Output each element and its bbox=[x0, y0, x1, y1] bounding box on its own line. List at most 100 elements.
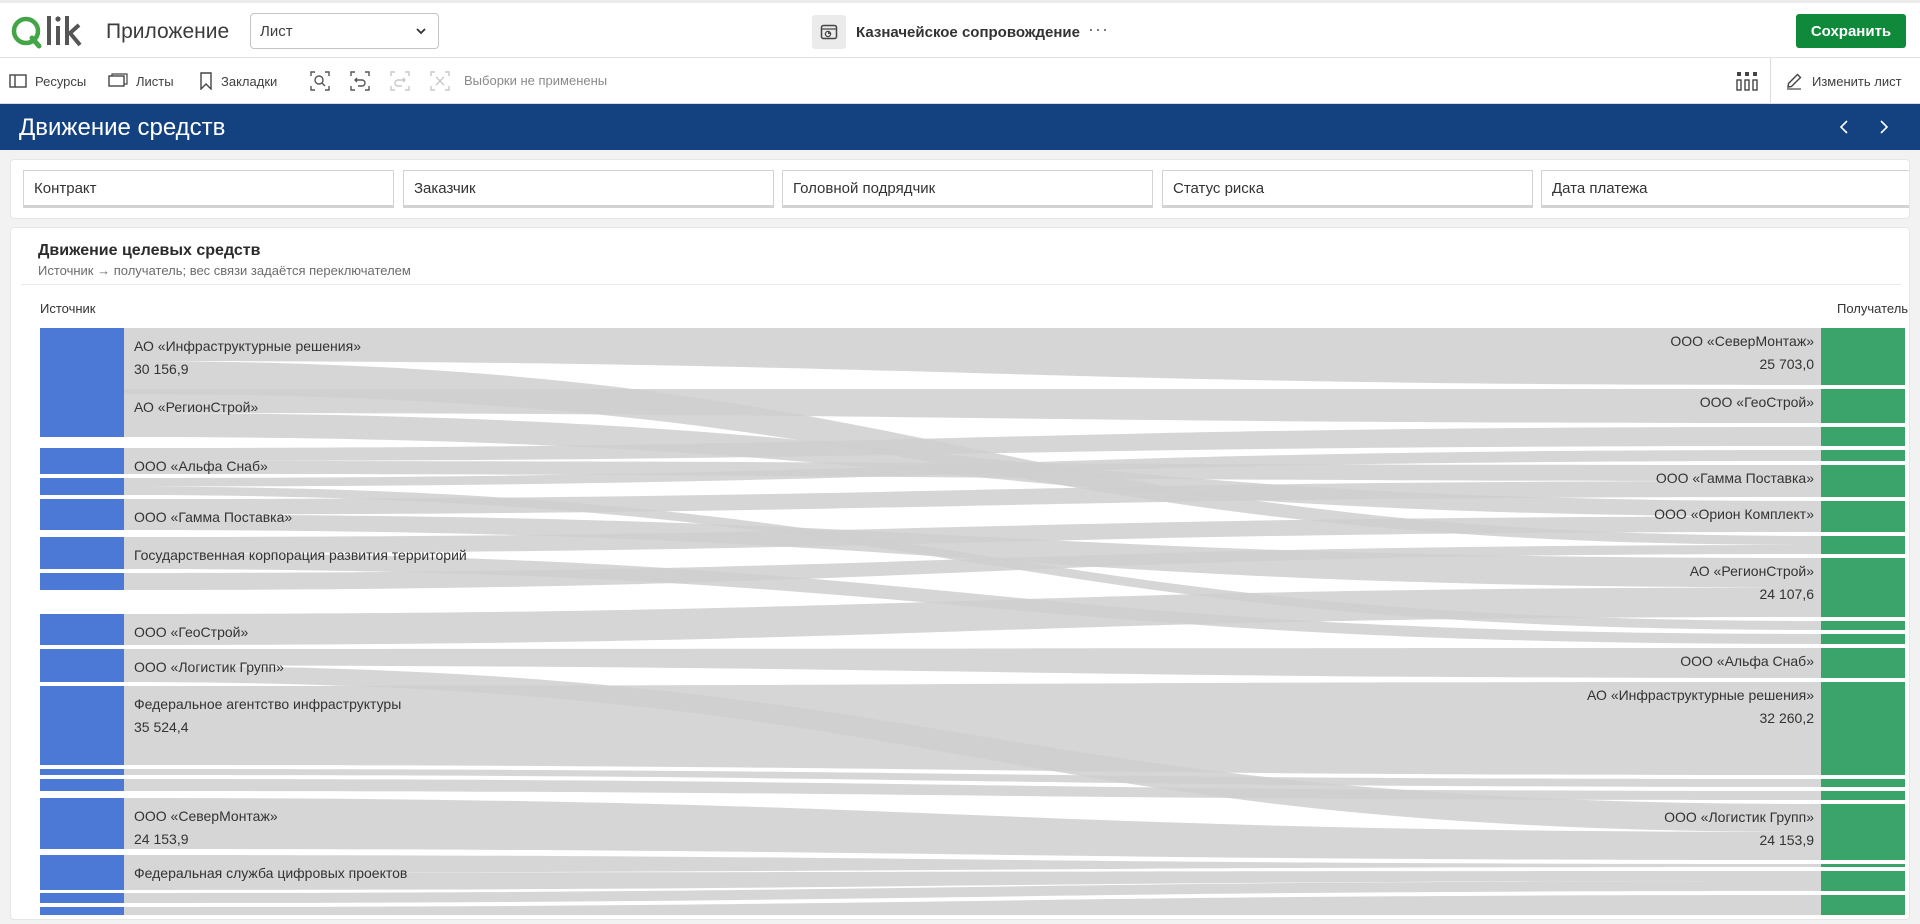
target-node[interactable] bbox=[1821, 682, 1905, 775]
target-node-label: ООО «Альфа Снаб» bbox=[1680, 653, 1814, 669]
target-node-label: ООО «Гамма Поставка» bbox=[1656, 470, 1814, 486]
sankey-plot: Источник Получатель АО «Инфраструктурные… bbox=[40, 301, 1908, 915]
source-node[interactable] bbox=[40, 686, 124, 765]
source-node-label: ООО «СеверМонтаж» bbox=[134, 808, 278, 824]
target-node-value: 24 153,9 bbox=[1760, 832, 1815, 848]
source-node[interactable] bbox=[40, 907, 124, 915]
sheets-label: Листы bbox=[136, 73, 174, 89]
source-node[interactable] bbox=[40, 893, 124, 903]
filter-payment-date[interactable]: Дата платежа bbox=[1541, 170, 1909, 208]
filter-panel: Контракт Заказчик Головной подрядчик Ста… bbox=[10, 159, 1910, 219]
source-node-label: ООО «Логистик Групп» bbox=[134, 659, 284, 675]
target-node[interactable] bbox=[1821, 536, 1905, 554]
target-node[interactable] bbox=[1821, 501, 1905, 532]
sheet-title: Движение средств bbox=[19, 114, 226, 141]
source-node[interactable] bbox=[40, 614, 124, 645]
bookmark-icon bbox=[200, 72, 212, 90]
target-node[interactable] bbox=[1821, 895, 1905, 915]
source-node[interactable] bbox=[40, 537, 124, 569]
target-node-value: 25 703,0 bbox=[1760, 356, 1815, 372]
app-icon[interactable] bbox=[812, 15, 846, 49]
source-node-value: 24 153,9 bbox=[134, 831, 189, 847]
toolbar: Ресурсы Листы Закладки Выборки не примен… bbox=[0, 58, 1920, 104]
target-node[interactable] bbox=[1821, 621, 1905, 630]
source-node[interactable] bbox=[40, 573, 124, 590]
target-node-label: ООО «ГеоСтрой» bbox=[1700, 394, 1814, 410]
source-node-label: ООО «Гамма Поставка» bbox=[134, 509, 292, 525]
source-node[interactable] bbox=[40, 649, 124, 682]
source-node[interactable] bbox=[40, 798, 124, 849]
resources-label: Ресурсы bbox=[35, 73, 87, 89]
target-node-label: АО «Инфраструктурные решения» bbox=[1587, 687, 1814, 703]
qlik-logo[interactable] bbox=[9, 11, 89, 53]
target-node[interactable] bbox=[1821, 465, 1905, 497]
previous-sheet-icon[interactable] bbox=[1836, 118, 1854, 136]
target-axis-header: Получатель bbox=[1837, 301, 1908, 316]
target-node[interactable] bbox=[1821, 558, 1905, 617]
source-node-label: АО «РегионСтрой» bbox=[134, 399, 258, 415]
filter-risk-status[interactable]: Статус риска bbox=[1162, 170, 1533, 208]
target-node-label: ООО «Логистик Групп» bbox=[1664, 809, 1814, 825]
target-node[interactable] bbox=[1821, 804, 1905, 860]
more-options-button[interactable]: ··· bbox=[1088, 19, 1109, 40]
target-node[interactable] bbox=[1821, 450, 1905, 461]
target-node[interactable] bbox=[1821, 791, 1905, 800]
target-node[interactable] bbox=[1821, 427, 1905, 446]
sankey-links bbox=[124, 328, 1821, 915]
source-node-label: Федеральное агентство инфраструктуры bbox=[134, 696, 401, 712]
sheet-title-bar: Движение средств bbox=[0, 104, 1920, 150]
bookmarks-button[interactable]: Закладки bbox=[199, 58, 277, 104]
source-node[interactable] bbox=[40, 389, 124, 437]
source-node-label: Федеральная служба цифровых проектов bbox=[134, 865, 407, 881]
source-node[interactable] bbox=[40, 499, 124, 530]
grid-view-icon[interactable] bbox=[1735, 70, 1759, 92]
target-node-value: 32 260,2 bbox=[1760, 710, 1815, 726]
edit-sheet-button[interactable]: Изменить лист bbox=[1770, 58, 1920, 104]
target-node[interactable] bbox=[1821, 864, 1905, 867]
pencil-icon bbox=[1787, 73, 1802, 90]
target-node-label: ООО «СеверМонтаж» bbox=[1670, 333, 1814, 349]
source-node[interactable] bbox=[40, 328, 124, 394]
step-forward-icon[interactable] bbox=[389, 70, 411, 92]
source-node[interactable] bbox=[40, 855, 124, 890]
source-node[interactable] bbox=[40, 769, 124, 775]
source-node-label: АО «Инфраструктурные решения» bbox=[134, 338, 361, 354]
target-node[interactable] bbox=[1821, 328, 1905, 385]
target-node[interactable] bbox=[1821, 871, 1905, 891]
sankey-chart: Движение целевых средств Источник → полу… bbox=[10, 227, 1910, 920]
target-node[interactable] bbox=[1821, 779, 1905, 787]
source-node[interactable] bbox=[40, 779, 124, 791]
edit-sheet-label: Изменить лист bbox=[1812, 73, 1902, 89]
filter-label: Дата платежа bbox=[1552, 180, 1648, 197]
source-node-value: 30 156,9 bbox=[134, 361, 189, 377]
smart-search-icon[interactable] bbox=[309, 70, 331, 92]
filter-contract[interactable]: Контракт bbox=[23, 170, 394, 208]
sheets-icon bbox=[108, 73, 128, 87]
sheets-button[interactable]: Листы bbox=[108, 58, 174, 104]
resources-button[interactable]: Ресурсы bbox=[9, 58, 86, 104]
app-thumbnail-icon bbox=[820, 24, 838, 40]
clear-selections-icon[interactable] bbox=[429, 70, 451, 92]
filter-customer[interactable]: Заказчик bbox=[403, 170, 774, 208]
sheet-select[interactable]: Лист bbox=[250, 13, 439, 49]
target-node-label: АО «РегионСтрой» bbox=[1690, 563, 1814, 579]
target-node[interactable] bbox=[1821, 389, 1905, 423]
bookmarks-label: Закладки bbox=[221, 73, 278, 89]
target-node[interactable] bbox=[1821, 648, 1905, 678]
source-node[interactable] bbox=[40, 448, 124, 474]
source-node[interactable] bbox=[40, 478, 124, 495]
panel-icon bbox=[9, 74, 27, 88]
source-node-value: 35 524,4 bbox=[134, 719, 189, 735]
no-selections-text: Выборки не применены bbox=[464, 73, 608, 88]
top-header: Приложение Лист Казначейское сопровожден… bbox=[0, 0, 1920, 58]
filter-general-contractor[interactable]: Головной подрядчик bbox=[782, 170, 1153, 208]
step-back-icon[interactable] bbox=[349, 70, 371, 92]
sheet-select-value: Лист bbox=[260, 23, 293, 40]
save-button[interactable]: Сохранить bbox=[1796, 14, 1906, 48]
target-node-label: ООО «Орион Комплект» bbox=[1654, 506, 1814, 522]
filter-label: Заказчик bbox=[414, 180, 476, 197]
target-node[interactable] bbox=[1821, 634, 1905, 644]
next-sheet-icon[interactable] bbox=[1874, 118, 1892, 136]
source-node-label: ООО «ГеоСтрой» bbox=[134, 624, 248, 640]
filter-label: Головной подрядчик bbox=[793, 180, 936, 197]
